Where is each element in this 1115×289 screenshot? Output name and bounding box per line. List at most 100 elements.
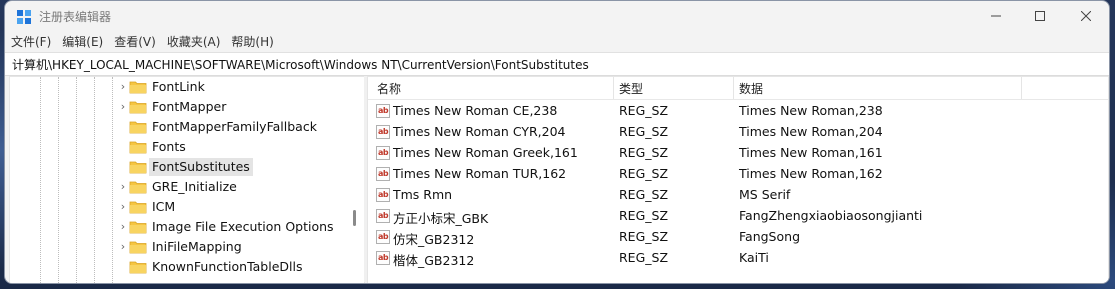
expand-chevron-icon[interactable]: ›	[118, 97, 128, 117]
expand-chevron-icon[interactable]: ›	[118, 237, 128, 257]
window-title: 注册表编辑器	[39, 10, 112, 24]
value-type: REG_SZ	[619, 229, 669, 244]
column-header-data[interactable]: 数据	[739, 80, 763, 97]
column-header-type[interactable]: 类型	[619, 80, 643, 97]
title-bar[interactable]: 注册表编辑器	[5, 1, 1109, 32]
folder-icon	[129, 261, 147, 274]
string-value-icon: ab	[376, 146, 390, 160]
address-bar[interactable]: 计算机\HKEY_LOCAL_MACHINE\SOFTWARE\Microsof…	[5, 52, 1109, 76]
string-value-icon: ab	[376, 104, 390, 118]
value-data: FangZhengxiaobiaosongjianti	[739, 208, 923, 223]
string-value-icon: ab	[376, 167, 390, 181]
tree-item-label: FontMapperFamilyFallback	[152, 119, 317, 134]
expand-chevron-icon[interactable]: ›	[118, 217, 128, 237]
value-type: REG_SZ	[619, 187, 669, 202]
close-icon	[1081, 11, 1091, 21]
folder-icon	[129, 161, 147, 174]
menu-favorites[interactable]: 收藏夹(A)	[161, 32, 226, 52]
tree-scrollbar-thumb[interactable]	[353, 210, 356, 226]
string-value-icon: ab	[376, 188, 390, 202]
value-row[interactable]: ab Times New Roman Greek,161 REG_SZ Times N…	[368, 143, 1108, 164]
value-row[interactable]: ab 楷体_GB2312 REG_SZ KaiTi	[368, 248, 1108, 269]
value-type: REG_SZ	[619, 250, 669, 265]
value-name: Times New Roman TUR,162	[393, 166, 567, 181]
expand-chevron-icon[interactable]: ›	[118, 197, 128, 217]
value-row[interactable]: ab 仿宋_GB2312 REG_SZ FangSong	[368, 227, 1108, 248]
tree-item-label: FontMapper	[152, 99, 227, 114]
minimize-icon	[991, 15, 1001, 17]
folder-icon	[129, 121, 147, 134]
folder-icon	[129, 201, 147, 214]
tree-item-label: Fonts	[152, 139, 186, 154]
tree-item[interactable]: › FontLink	[10, 77, 352, 97]
tree-item-label: IniFileMapping	[152, 239, 242, 254]
value-data: Times New Roman,238	[739, 103, 883, 118]
value-name: 方正小标宋_GBK	[393, 211, 489, 226]
address-path[interactable]: 计算机\HKEY_LOCAL_MACHINE\SOFTWARE\Microsof…	[12, 56, 589, 73]
list-header: 名称 类型 数据	[368, 77, 1108, 100]
tree-item[interactable]: Fonts	[10, 137, 352, 157]
tree-item[interactable]: › Image File Execution Options	[10, 217, 352, 237]
menu-bar: 文件(F) 编辑(E) 查看(V) 收藏夹(A) 帮助(H)	[5, 32, 1109, 52]
value-row[interactable]: ab Times New Roman CYR,204 REG_SZ Times New…	[368, 122, 1108, 143]
tree-item-label: FontSubstitutes	[149, 158, 253, 176]
values-list: 名称 类型 数据 ab Times New Roman CE,238 REG_SZ T…	[367, 76, 1109, 283]
menu-view[interactable]: 查看(V)	[108, 32, 161, 52]
tree-item[interactable]: › IniFileMapping	[10, 237, 352, 257]
regedit-app-icon	[17, 10, 31, 24]
regedit-window: 注册表编辑器 文件(F) 编辑(E) 查看(V) 收藏夹(A) 帮助(H) 计算…	[4, 0, 1110, 284]
tree-item[interactable]: FontMapperFamilyFallback	[10, 117, 352, 137]
value-name: 楷体_GB2312	[393, 253, 475, 268]
tree-item-label: ICM	[152, 199, 176, 214]
value-type: REG_SZ	[619, 166, 669, 181]
string-value-icon: ab	[376, 251, 390, 265]
menu-file[interactable]: 文件(F)	[5, 32, 56, 52]
folder-icon	[129, 101, 147, 114]
close-button[interactable]	[1063, 1, 1109, 31]
column-separator[interactable]	[1021, 77, 1022, 99]
key-tree[interactable]: › FontLink › FontMapper FontMapperFamilyFall…	[9, 76, 365, 283]
tree-item-label: KnownFunctionTableDlls	[152, 259, 303, 274]
tree-item-label: GRE_Initialize	[152, 179, 237, 194]
tree-item[interactable]: › ICM	[10, 197, 352, 217]
folder-icon	[129, 241, 147, 254]
value-data: Times New Roman,161	[739, 145, 883, 160]
value-name: Times New Roman CYR,204	[393, 124, 566, 139]
maximize-button[interactable]	[1017, 1, 1063, 31]
value-name: 仿宋_GB2312	[393, 232, 475, 247]
string-value-icon: ab	[376, 230, 390, 244]
tree-item-label: Image File Execution Options	[152, 219, 334, 234]
minimize-button[interactable]	[973, 1, 1019, 31]
column-header-name[interactable]: 名称	[377, 80, 401, 97]
value-type: REG_SZ	[619, 145, 669, 160]
column-separator[interactable]	[613, 77, 614, 99]
menu-help[interactable]: 帮助(H)	[225, 32, 278, 52]
value-data: Times New Roman,204	[739, 124, 883, 139]
folder-icon	[129, 141, 147, 154]
expand-chevron-icon[interactable]: ›	[118, 177, 128, 197]
value-name: Tms Rmn	[393, 187, 453, 202]
value-row[interactable]: ab Tms Rmn REG_SZ MS Serif	[368, 185, 1108, 206]
menu-edit[interactable]: 编辑(E)	[56, 32, 108, 52]
tree-item[interactable]: KnownFunctionTableDlls	[10, 257, 352, 277]
column-separator[interactable]	[733, 77, 734, 99]
maximize-icon	[1035, 11, 1045, 21]
string-value-icon: ab	[376, 125, 390, 139]
value-row[interactable]: ab 方正小标宋_GBK REG_SZ FangZhengxiaobiaosongji…	[368, 206, 1108, 227]
folder-icon	[129, 181, 147, 194]
value-row[interactable]: ab Times New Roman CE,238 REG_SZ Times New …	[368, 101, 1108, 122]
tree-item[interactable]: › GRE_Initialize	[10, 177, 352, 197]
folder-icon	[129, 221, 147, 234]
value-row[interactable]: ab Times New Roman TUR,162 REG_SZ Times New…	[368, 164, 1108, 185]
value-type: REG_SZ	[619, 208, 669, 223]
value-data: FangSong	[739, 229, 800, 244]
folder-icon	[129, 81, 147, 94]
expand-chevron-icon[interactable]: ›	[118, 77, 128, 97]
value-name: Times New Roman CE,238	[393, 103, 558, 118]
tree-item[interactable]: › FontMapper	[10, 97, 352, 117]
value-name: Times New Roman Greek,161	[393, 145, 578, 160]
tree-item[interactable]: FontSubstitutes	[10, 157, 352, 177]
value-data: KaiTi	[739, 250, 769, 265]
string-value-icon: ab	[376, 209, 390, 223]
value-type: REG_SZ	[619, 124, 669, 139]
